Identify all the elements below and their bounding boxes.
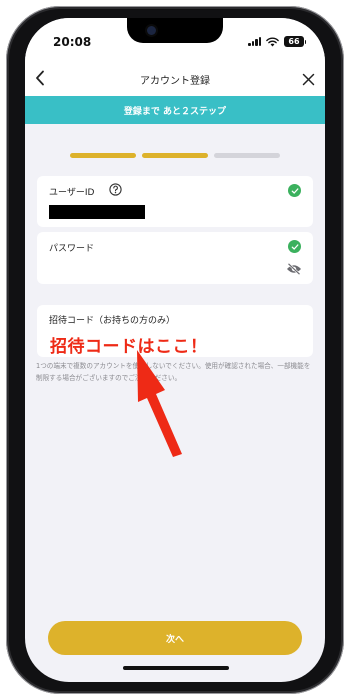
status-time: 20:08 xyxy=(53,35,92,49)
help-icon[interactable] xyxy=(109,183,122,196)
nav-bar: アカウント登録 xyxy=(25,62,325,96)
signal-icon xyxy=(248,37,261,46)
wifi-icon xyxy=(266,37,279,46)
user-id-card: ユーザーID xyxy=(37,176,313,227)
password-label: パスワード xyxy=(49,244,95,254)
home-indicator xyxy=(123,666,229,670)
password-input[interactable] xyxy=(49,256,279,274)
progress-step-3 xyxy=(214,153,280,158)
user-id-label: ユーザーID xyxy=(49,188,95,198)
close-button[interactable] xyxy=(297,68,319,90)
camera-icon xyxy=(147,26,156,35)
progress-step-2 xyxy=(142,153,208,158)
app-screen: 20:08 66 アカウント登録 登録まで あと２ステップ ユーザーID パスワ… xyxy=(25,18,325,682)
notch xyxy=(127,18,223,43)
user-id-input-redacted[interactable] xyxy=(49,205,145,219)
next-button[interactable]: 次へ xyxy=(48,621,302,655)
steps-remaining-banner: 登録まで あと２ステップ xyxy=(25,96,325,124)
battery-level: 66 xyxy=(288,37,300,46)
user-id-valid-icon xyxy=(288,184,301,197)
progress-step-1 xyxy=(70,153,136,158)
battery-icon: 66 xyxy=(284,36,306,47)
password-valid-icon xyxy=(288,240,301,253)
steps-remaining-text: 登録まで あと２ステップ xyxy=(123,106,227,117)
status-icons: 66 xyxy=(248,36,306,47)
page-title: アカウント登録 xyxy=(140,76,210,87)
step-progress xyxy=(70,153,280,158)
eye-slash-icon[interactable] xyxy=(286,263,302,275)
invite-code-label: 招待コード（お持ちの方のみ） xyxy=(49,316,176,326)
password-card: パスワード xyxy=(37,232,313,284)
next-button-label: 次へ xyxy=(165,634,184,645)
annotation-arrow-icon xyxy=(137,350,182,457)
close-icon xyxy=(302,73,314,85)
